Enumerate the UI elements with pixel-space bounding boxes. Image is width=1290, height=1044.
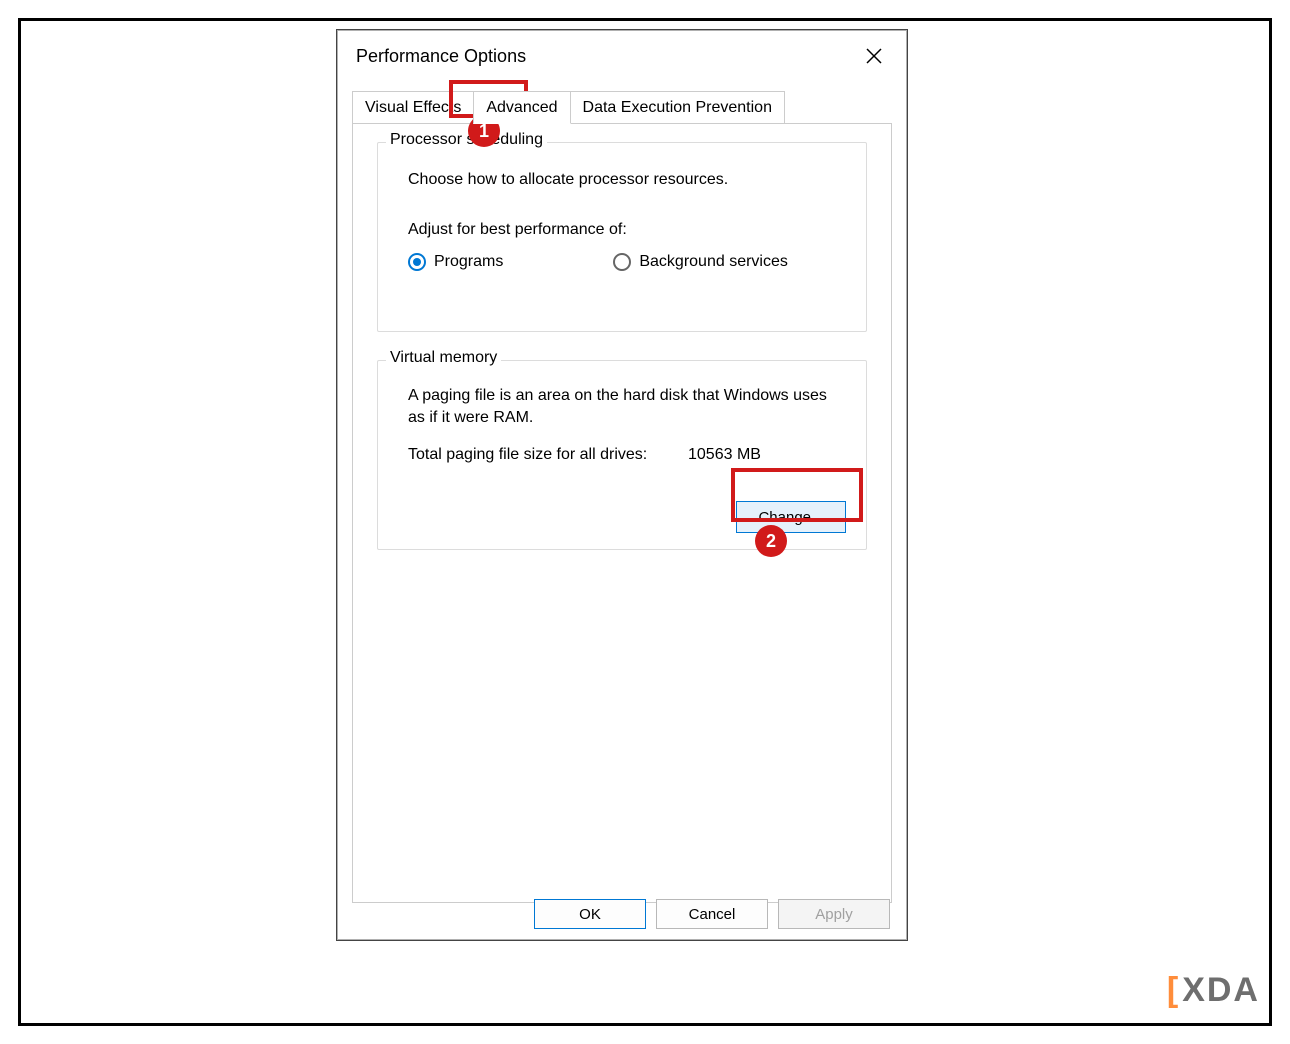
performance-options-dialog: Performance Options Visual Effects Advan… bbox=[337, 30, 907, 940]
paging-file-value: 10563 MB bbox=[688, 446, 761, 464]
tab-dep[interactable]: Data Execution Prevention bbox=[570, 91, 785, 124]
processor-scheduling-legend: Processor scheduling bbox=[386, 131, 547, 149]
radio-programs[interactable]: Programs bbox=[408, 253, 503, 271]
dialog-footer: OK Cancel Apply bbox=[534, 899, 890, 929]
dialog-title: Performance Options bbox=[356, 46, 526, 67]
virtual-memory-desc: A paging file is an area on the hard dis… bbox=[408, 385, 848, 428]
adjust-performance-label: Adjust for best performance of: bbox=[408, 221, 848, 239]
tab-strip: Visual Effects Advanced Data Execution P… bbox=[352, 91, 892, 124]
processor-scheduling-group: Processor scheduling Choose how to alloc… bbox=[377, 142, 867, 332]
close-button[interactable] bbox=[854, 36, 894, 76]
close-icon bbox=[866, 48, 882, 64]
watermark-text: XDA bbox=[1182, 971, 1260, 1010]
radio-programs-label: Programs bbox=[434, 253, 503, 271]
tab-visual-effects[interactable]: Visual Effects bbox=[352, 91, 474, 124]
ok-button[interactable]: OK bbox=[534, 899, 646, 929]
processor-scheduling-desc: Choose how to allocate processor resourc… bbox=[408, 169, 848, 191]
radio-icon bbox=[408, 253, 426, 271]
cancel-button[interactable]: Cancel bbox=[656, 899, 768, 929]
apply-button[interactable]: Apply bbox=[778, 899, 890, 929]
tab-content: Processor scheduling Choose how to alloc… bbox=[352, 123, 892, 903]
radio-background-label: Background services bbox=[639, 253, 788, 271]
watermark-bracket-icon: [ bbox=[1167, 971, 1180, 1010]
virtual-memory-legend: Virtual memory bbox=[386, 349, 501, 367]
radio-icon bbox=[613, 253, 631, 271]
radio-background-services[interactable]: Background services bbox=[613, 253, 788, 271]
paging-file-label: Total paging file size for all drives: bbox=[408, 446, 688, 464]
change-button[interactable]: Change... bbox=[736, 501, 846, 533]
watermark: [ XDA bbox=[1167, 971, 1260, 1010]
virtual-memory-group: Virtual memory A paging file is an area … bbox=[377, 360, 867, 550]
tab-advanced[interactable]: Advanced bbox=[473, 91, 570, 124]
titlebar: Performance Options bbox=[338, 31, 906, 81]
